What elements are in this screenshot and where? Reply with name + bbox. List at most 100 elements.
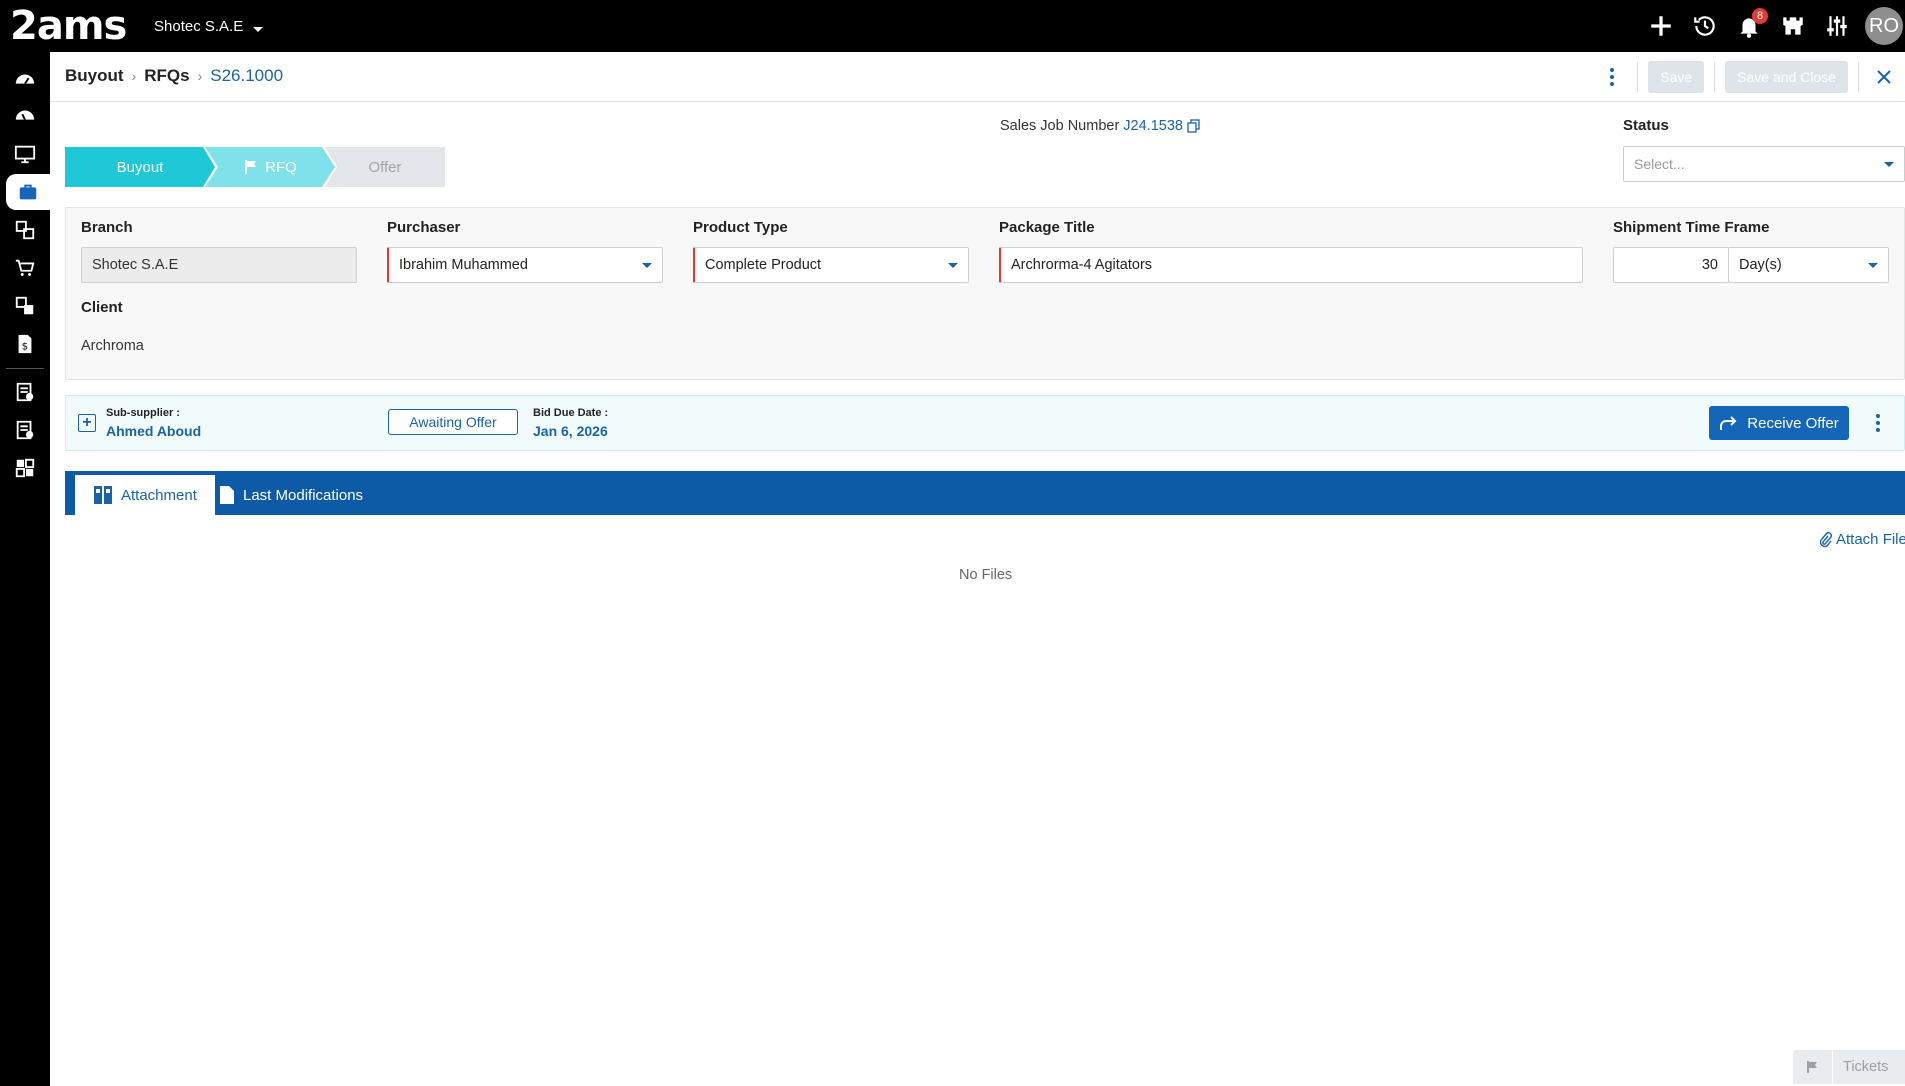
rfq-details-panel: Branch Shotec S.A.E Purchaser Ibrahim Mu… — [65, 207, 1905, 380]
tickets-button[interactable]: Tickets — [1793, 1050, 1905, 1084]
save-and-close-button[interactable]: Save and Close — [1725, 61, 1848, 93]
flag-icon — [1793, 1050, 1833, 1084]
tickets-label: Tickets — [1843, 1059, 1889, 1075]
caret-down-icon — [948, 262, 958, 268]
more-options-icon[interactable] — [1866, 410, 1890, 436]
breadcrumb-current: S26.1000 — [210, 66, 284, 85]
monitor-icon[interactable] — [4, 136, 46, 172]
status-badge: Awaiting Offer — [388, 409, 518, 435]
shipment-duration-input[interactable]: 30 — [1613, 247, 1729, 283]
more-options-icon[interactable] — [1597, 62, 1627, 92]
briefcase-icon[interactable] — [6, 174, 50, 210]
tab-last-modifications[interactable]: Last Modifications — [201, 475, 381, 515]
layers-icon[interactable] — [4, 212, 46, 248]
status-label: Status — [1623, 117, 1669, 134]
close-icon[interactable] — [1869, 62, 1899, 92]
document-icon — [220, 486, 234, 504]
company-switcher[interactable]: Shotec S.A.E — [154, 18, 264, 35]
tab-attachment[interactable]: Attachment — [75, 475, 215, 515]
shipment-unit-value: Day(s) — [1739, 257, 1782, 273]
sidebar-divider — [6, 368, 44, 369]
package-title-label: Package Title — [999, 219, 1095, 236]
flag-icon — [245, 160, 257, 174]
cart-icon[interactable] — [4, 250, 46, 286]
logo-text: ams — [36, 3, 127, 49]
product-type-value: Complete Product — [705, 257, 822, 273]
company-name: Shotec S.A.E — [154, 18, 244, 35]
attach-file-link[interactable]: Attach File — [1818, 531, 1905, 548]
chevron-right-icon: › — [197, 68, 203, 84]
notifications-icon[interactable]: 8 — [1727, 0, 1771, 52]
top-bar: 2ams Shotec S.A.E 8 RO — [0, 0, 1905, 52]
save-button[interactable]: Save — [1648, 61, 1705, 93]
sub-supplier-label: Sub-supplier : — [106, 407, 180, 419]
client-label: Client — [81, 299, 123, 316]
branch-label: Branch — [81, 219, 133, 236]
product-type-label: Product Type — [693, 219, 788, 236]
caret-down-icon — [253, 27, 264, 32]
shipment-unit-select[interactable]: Day(s) — [1728, 247, 1889, 283]
step-label: Buyout — [116, 158, 164, 176]
history-icon[interactable] — [1683, 0, 1727, 52]
step-label: Offer — [368, 158, 402, 176]
approved-document-icon[interactable] — [4, 374, 46, 410]
settings-sliders-icon[interactable] — [1815, 0, 1859, 52]
caret-down-icon — [642, 262, 652, 268]
breadcrumb-rfqs[interactable]: RFQs — [144, 66, 189, 86]
divider — [1637, 62, 1639, 92]
client-value: Archroma — [81, 338, 144, 354]
sales-job-number: Sales Job Number J24.1538 — [1000, 118, 1201, 134]
document-settings-icon[interactable] — [4, 412, 46, 448]
bid-due-date-value: Jan 6, 2026 — [533, 423, 608, 439]
sub-supplier-name[interactable]: Ahmed Aboud — [106, 423, 201, 439]
caret-down-icon — [1868, 262, 1878, 268]
top-actions: 8 RO — [1639, 0, 1905, 52]
expand-plus-icon[interactable]: + — [78, 414, 96, 432]
branch-value: Shotec S.A.E — [92, 257, 179, 273]
paperclip-icon — [1819, 531, 1832, 547]
divider — [1858, 62, 1859, 92]
attach-file-label: Attach File — [1836, 531, 1905, 548]
header-actions: Save Save and Close — [1597, 52, 1905, 102]
branch-field: Shotec S.A.E — [81, 247, 357, 283]
dashboard-icon[interactable] — [4, 62, 46, 98]
page-header: Buyout › RFQs › S26.1000 Save Save and C… — [50, 52, 1905, 102]
shipment-duration-value: 30 — [1701, 257, 1718, 273]
add-icon[interactable] — [1639, 0, 1683, 52]
step-offer[interactable]: Offer — [325, 147, 445, 187]
bid-due-date-label: Bid Due Date : — [533, 407, 609, 419]
svg-text:$: $ — [22, 342, 28, 353]
castle-icon[interactable] — [1771, 0, 1815, 52]
stack-icon[interactable] — [4, 288, 46, 324]
caret-down-icon — [1884, 161, 1894, 167]
chevron-right-icon: › — [131, 68, 137, 84]
purchaser-select[interactable]: Ibrahim Muhammed — [387, 247, 663, 283]
app-logo[interactable]: 2ams — [10, 3, 127, 49]
receive-offer-label: Receive Offer — [1747, 414, 1839, 432]
empty-state: No Files — [959, 567, 1013, 583]
step-rfq[interactable]: RFQ — [205, 147, 335, 187]
breadcrumb-buyout[interactable]: Buyout — [65, 66, 124, 86]
invoice-dollar-icon[interactable]: $ — [4, 326, 46, 362]
process-stepper: Buyout RFQ Offer — [65, 147, 445, 187]
report-grid-icon[interactable] — [4, 450, 46, 486]
attachment-grid-icon — [94, 486, 112, 504]
step-buyout[interactable]: Buyout — [65, 147, 215, 187]
copy-icon[interactable] — [1187, 119, 1201, 133]
shipment-time-frame-label: Shipment Time Frame — [1613, 219, 1770, 236]
logo-mark: 2 — [10, 3, 38, 49]
user-avatar[interactable]: RO — [1865, 7, 1903, 45]
sales-job-link[interactable]: J24.1538 — [1123, 118, 1183, 134]
divider — [1714, 62, 1716, 92]
product-type-select[interactable]: Complete Product — [693, 247, 969, 283]
package-title-value: Archrorma-4 Agitators — [1011, 257, 1153, 273]
receive-offer-button[interactable]: Receive Offer — [1709, 406, 1849, 440]
sub-supplier-row: + Sub-supplier : Ahmed Aboud Awaiting Of… — [65, 395, 1905, 451]
tab-bar: Attachment Last Modifications — [65, 471, 1905, 515]
status-select[interactable]: Select... — [1623, 146, 1905, 182]
package-title-input[interactable]: Archrorma-4 Agitators — [999, 247, 1583, 283]
analytics-dashboard-icon[interactable] — [4, 98, 46, 134]
purchaser-label: Purchaser — [387, 219, 461, 236]
notifications-badge: 8 — [1752, 8, 1768, 24]
status-placeholder: Select... — [1634, 156, 1685, 172]
